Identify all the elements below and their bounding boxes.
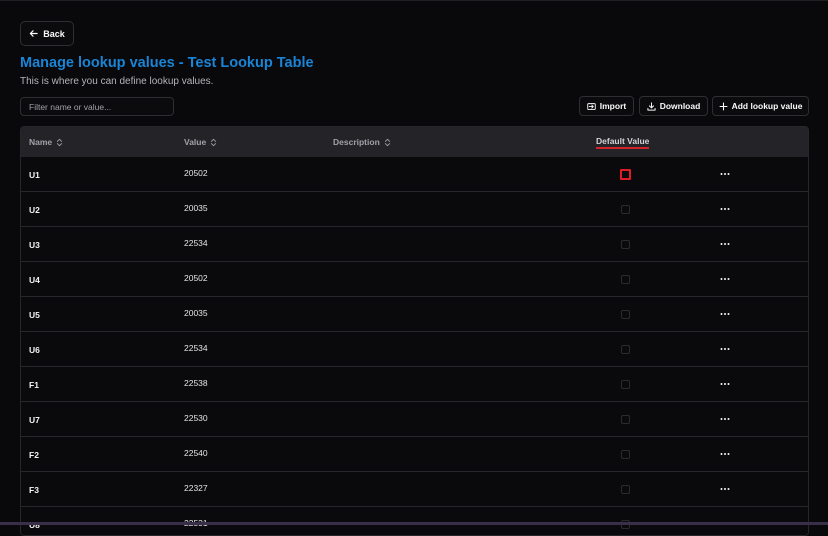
default-value-checkbox[interactable] <box>621 450 630 459</box>
more-horizontal-icon <box>720 243 730 245</box>
column-header-name[interactable]: Name <box>29 127 63 157</box>
cell-value: 22327 <box>184 483 208 493</box>
plus-icon <box>719 102 728 110</box>
cell-value: 20502 <box>184 168 208 178</box>
page-title: Manage lookup values - Test Lookup Table <box>20 55 314 71</box>
more-horizontal-icon <box>720 418 730 420</box>
table-row: F3 22327 <box>21 472 808 507</box>
more-horizontal-icon <box>720 173 730 175</box>
table-row: U5 20035 <box>21 297 808 332</box>
table-row: U4 20502 <box>21 262 808 297</box>
table-row: U7 22530 <box>21 402 808 437</box>
sort-icon <box>211 138 217 146</box>
column-header-name-label: Name <box>29 137 53 147</box>
column-header-value[interactable]: Value <box>184 127 217 157</box>
import-icon <box>587 102 596 110</box>
cell-value: 22540 <box>184 448 208 458</box>
cell-value: 22534 <box>184 238 208 248</box>
column-header-value-label: Value <box>184 137 207 147</box>
default-value-checkbox[interactable] <box>621 380 630 389</box>
cell-value: 20502 <box>184 273 208 283</box>
more-horizontal-icon <box>720 383 730 385</box>
more-horizontal-icon <box>720 278 730 280</box>
more-horizontal-icon <box>720 208 730 210</box>
download-icon <box>647 101 656 111</box>
table-row: U6 22534 <box>21 332 808 367</box>
cell-value: 20035 <box>184 308 208 318</box>
add-lookup-value-label: Add lookup value <box>731 101 803 111</box>
cell-name: F2 <box>29 449 39 460</box>
default-value-checkbox[interactable] <box>621 205 630 214</box>
row-actions-button[interactable] <box>718 343 732 355</box>
cell-name: U3 <box>29 239 40 250</box>
table-row: U1 20502 <box>21 157 808 192</box>
cell-value: 22538 <box>184 378 208 388</box>
cell-name: F1 <box>29 379 39 390</box>
table-row: F2 22540 <box>21 437 808 472</box>
row-actions-button[interactable] <box>718 273 732 285</box>
back-button-label: Back <box>43 28 65 39</box>
row-actions-button[interactable] <box>718 448 732 460</box>
more-horizontal-icon <box>720 348 730 350</box>
lookup-values-table: Name Value Description Default Value U1 2… <box>20 126 809 536</box>
sort-icon <box>384 138 390 146</box>
table-row: U2 20035 <box>21 192 808 227</box>
cell-name: F3 <box>29 484 39 495</box>
more-horizontal-icon <box>720 488 730 490</box>
row-actions-button[interactable] <box>718 238 732 250</box>
table-row: F1 22538 <box>21 367 808 402</box>
import-button[interactable]: Import <box>579 96 634 116</box>
default-value-checkbox[interactable] <box>621 415 630 424</box>
column-header-description-label: Description <box>333 137 380 147</box>
back-button[interactable]: Back <box>20 21 74 46</box>
filter-input[interactable] <box>20 97 174 116</box>
cell-name: U4 <box>29 274 40 285</box>
default-value-checkbox[interactable] <box>621 310 630 319</box>
cell-name: U7 <box>29 414 40 425</box>
column-header-description[interactable]: Description <box>333 127 391 157</box>
page-subtitle: This is where you can define lookup valu… <box>20 76 214 87</box>
default-value-checkbox[interactable] <box>621 240 630 249</box>
top-border <box>0 0 828 1</box>
row-actions-button[interactable] <box>718 483 732 495</box>
default-value-checkbox[interactable] <box>620 169 631 180</box>
add-lookup-value-button[interactable]: Add lookup value <box>712 96 809 116</box>
cell-name: U5 <box>29 309 40 320</box>
default-value-checkbox[interactable] <box>621 345 630 354</box>
cell-value: 22534 <box>184 343 208 353</box>
sort-icon <box>57 138 63 146</box>
cell-name: U1 <box>29 169 40 180</box>
row-actions-button[interactable] <box>718 378 732 390</box>
cell-value: 22530 <box>184 413 208 423</box>
more-horizontal-icon <box>720 313 730 315</box>
row-actions-button[interactable] <box>718 203 732 215</box>
download-button-label: Download <box>659 101 701 111</box>
cell-name: U2 <box>29 204 40 215</box>
more-horizontal-icon <box>720 453 730 455</box>
row-actions-button[interactable] <box>718 413 732 425</box>
arrow-left-icon <box>29 30 38 37</box>
column-header-default-label: Default Value <box>596 136 650 149</box>
default-value-checkbox[interactable] <box>621 485 630 494</box>
row-actions-button[interactable] <box>718 308 732 320</box>
default-value-checkbox[interactable] <box>621 275 630 284</box>
download-button[interactable]: Download <box>639 96 708 116</box>
import-button-label: Import <box>599 101 627 111</box>
column-header-default-value: Default Value <box>596 127 650 157</box>
table-row: U3 22534 <box>21 227 808 262</box>
cell-value: 20035 <box>184 203 208 213</box>
table-header: Name Value Description Default Value <box>21 127 808 157</box>
cell-name: U6 <box>29 344 40 355</box>
row-actions-button[interactable] <box>718 168 732 180</box>
